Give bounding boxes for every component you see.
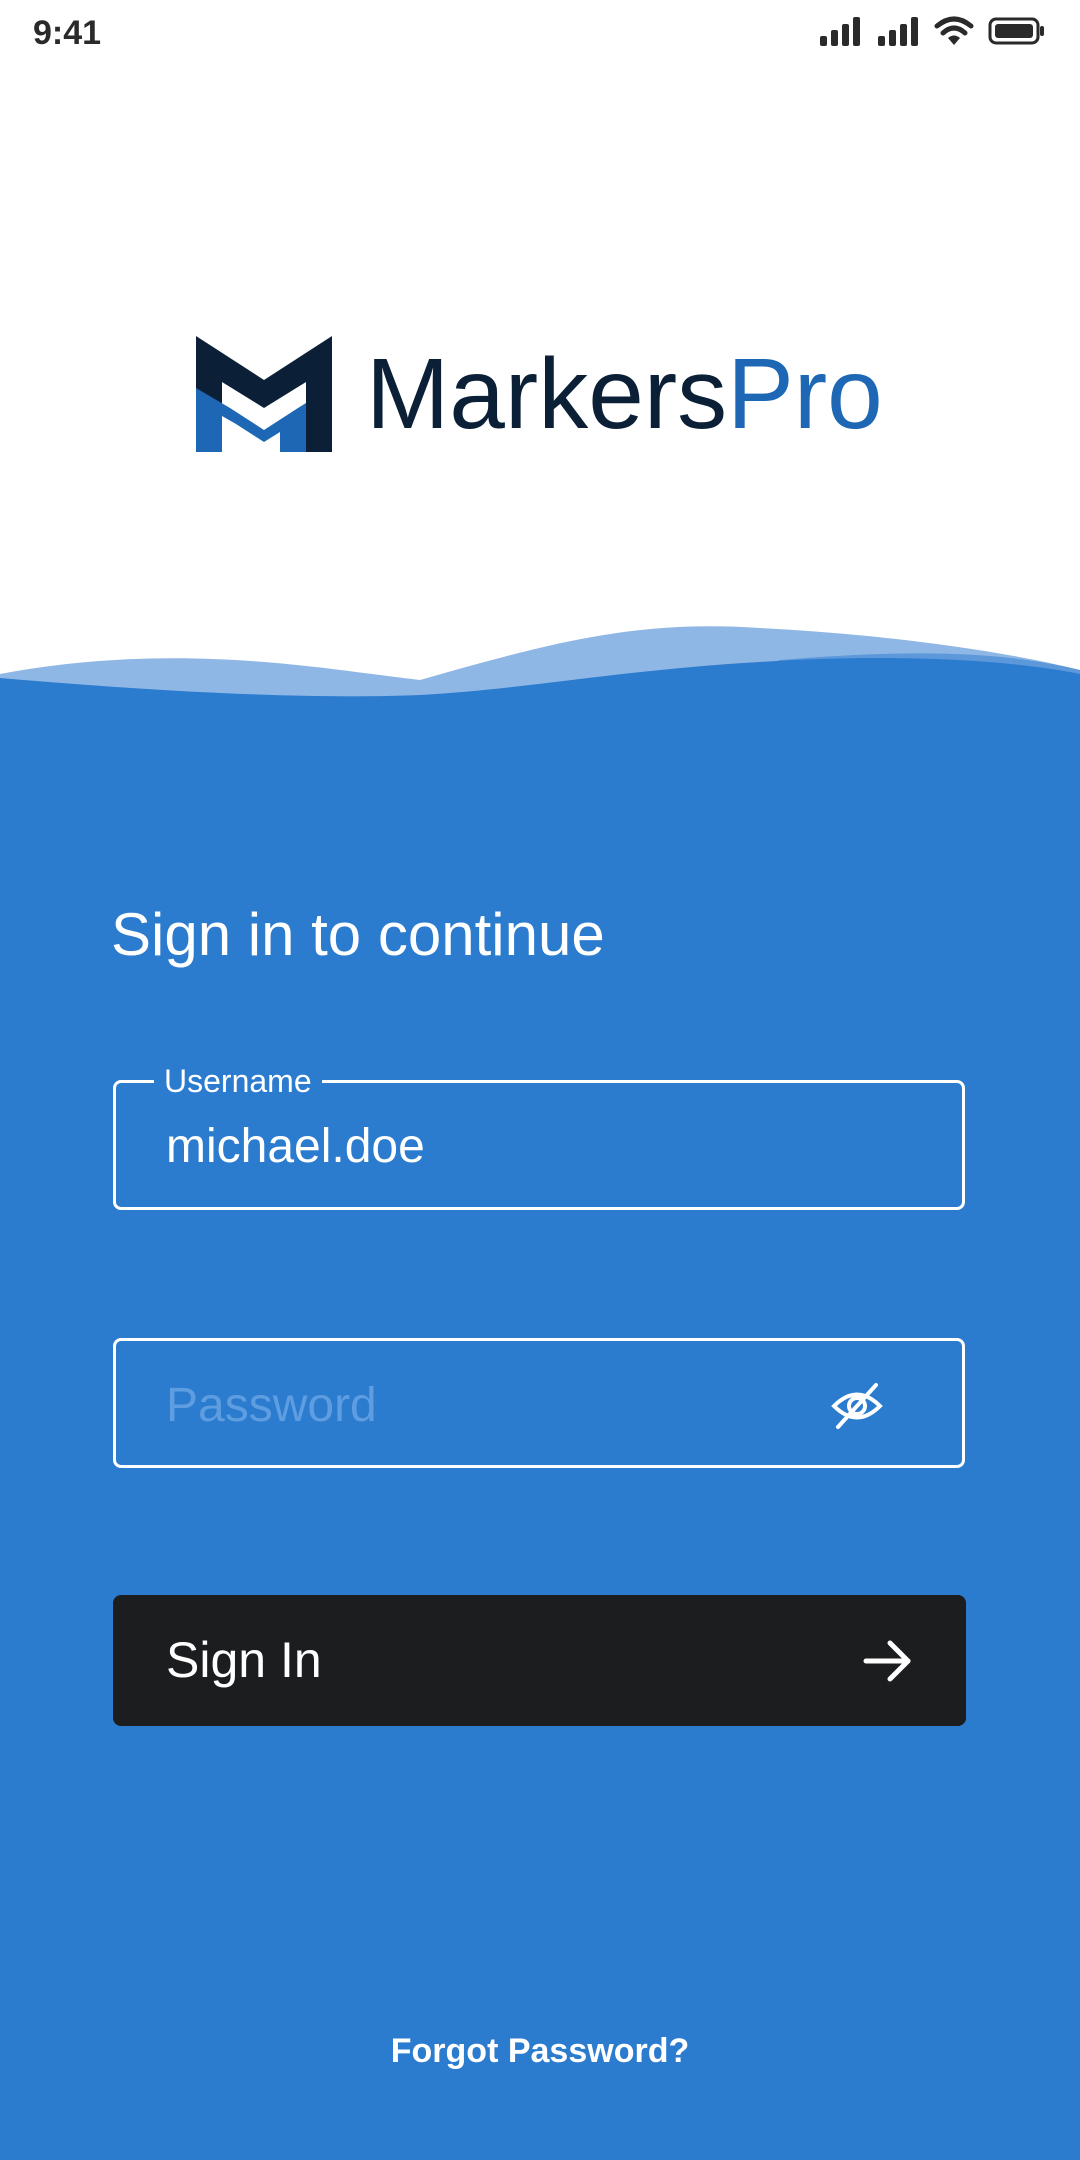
battery-icon bbox=[988, 17, 1044, 45]
password-field[interactable] bbox=[113, 1338, 965, 1468]
arrow-right-icon bbox=[863, 1640, 911, 1682]
status-icons bbox=[818, 16, 1046, 46]
sign-in-button[interactable]: Sign In bbox=[113, 1595, 966, 1726]
username-label: Username bbox=[154, 1063, 322, 1099]
password-input[interactable] bbox=[166, 1375, 766, 1435]
signal-icon bbox=[878, 17, 918, 46]
username-field[interactable]: Username michael.doe bbox=[113, 1063, 965, 1210]
sign-in-label: Sign In bbox=[166, 1632, 322, 1688]
brand-name-dark: Markers bbox=[366, 338, 728, 450]
wave-divider bbox=[0, 626, 1080, 800]
markerspro-logo-icon bbox=[196, 336, 332, 452]
forgot-password-link[interactable]: Forgot Password? bbox=[0, 2032, 1080, 2071]
brand-logo: MarkersPro bbox=[196, 336, 883, 452]
brand-name-blue: Pro bbox=[727, 338, 883, 450]
eye-off-icon[interactable] bbox=[830, 1381, 884, 1431]
brand-name: MarkersPro bbox=[366, 344, 883, 444]
wifi-icon bbox=[934, 16, 974, 45]
page-title: Sign in to continue bbox=[111, 901, 605, 968]
status-bar: 9:41 bbox=[0, 0, 1080, 68]
username-value[interactable]: michael.doe bbox=[166, 1119, 425, 1175]
signal-icon bbox=[820, 17, 860, 46]
status-time: 9:41 bbox=[33, 14, 102, 52]
